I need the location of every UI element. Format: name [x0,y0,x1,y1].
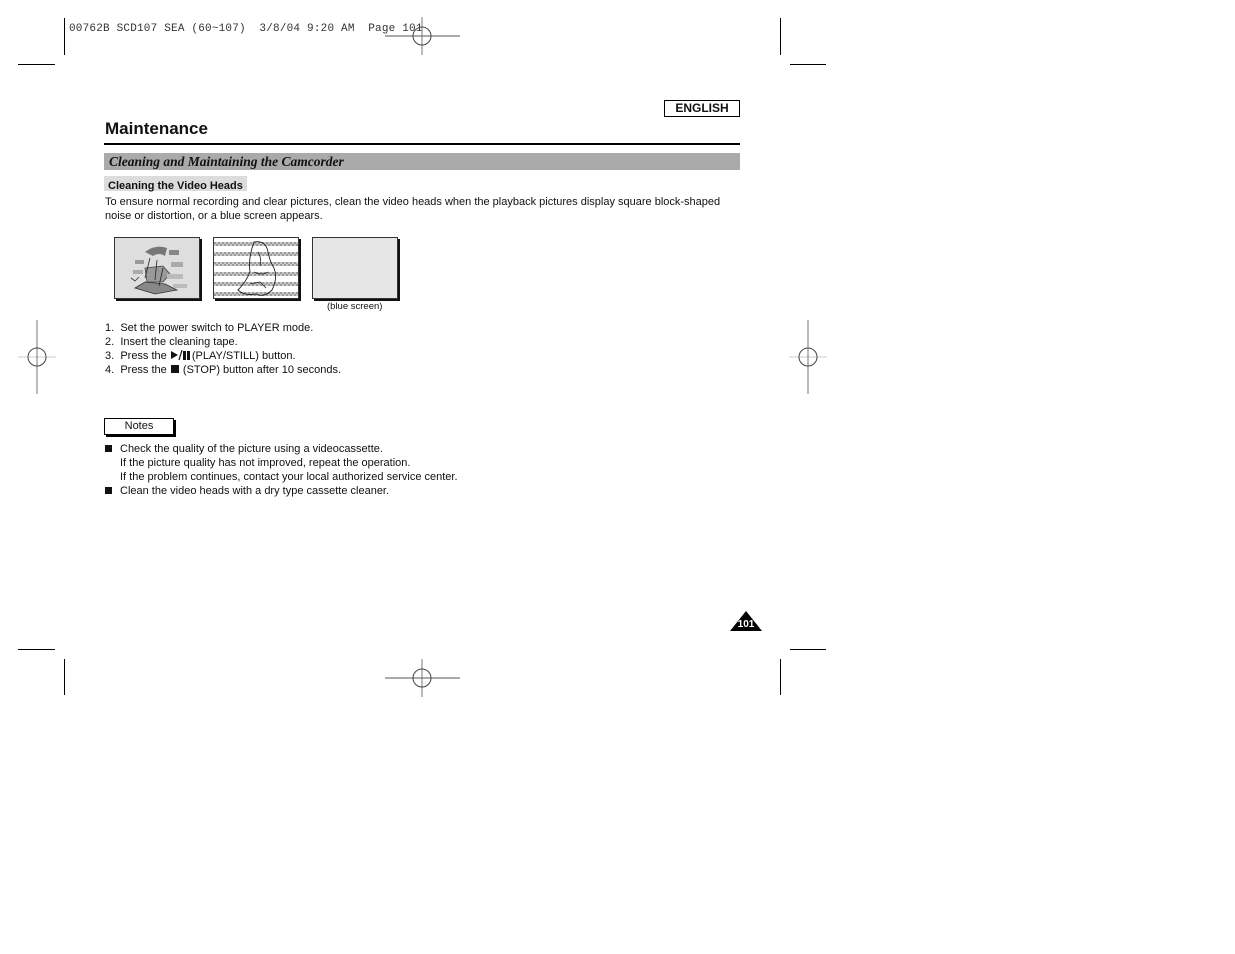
page-number: 101 [738,619,755,630]
step-item: 3. Press the (PLAY/STILL) button. [105,349,341,363]
note-item: Check the quality of the picture using a… [105,442,458,484]
blue-screen-caption: (blue screen) [327,301,383,312]
step-item: 4. Press the (STOP) button after 10 seco… [105,363,341,377]
section-header: Cleaning and Maintaining the Camcorder [104,153,740,170]
registration-mark-top [385,17,460,55]
step-number: 2. [105,336,115,348]
steps-list: 1. Set the power switch to PLAYER mode. … [105,321,341,377]
registration-mark-left [18,320,56,394]
square-bullet-icon [105,487,112,494]
step-number: 4. [105,364,115,376]
crop-mark [18,64,55,65]
notes-label: Notes [104,418,174,435]
section-title: Cleaning and Maintaining the Camcorder [109,154,344,169]
intro-paragraph: To ensure normal recording and clear pic… [105,196,721,222]
step-text: (STOP) button after 10 seconds. [179,364,342,376]
crop-mark [780,18,781,55]
note-text: If the problem continues, contact your l… [120,471,458,483]
stop-icon [170,365,179,373]
page-title: Maintenance [105,119,208,138]
crop-mark [790,64,826,65]
page-number-badge: 101 [730,611,762,631]
print-slug: 00762B SCD107 SEA (60~107) 3/8/04 9:20 A… [69,23,423,35]
title-divider [104,143,740,145]
square-bullet-icon [105,445,112,452]
crop-mark [780,659,781,695]
step-text: (PLAY/STILL) button. [191,350,296,362]
step-item: 2. Insert the cleaning tape. [105,335,341,349]
step-text: Insert the cleaning tape. [120,336,238,348]
subsection-header: Cleaning the Video Heads [104,176,247,192]
step-number: 1. [105,322,115,334]
crop-mark [790,649,826,650]
step-number: 3. [105,350,115,362]
subsection-title: Cleaning the Video Heads [108,180,243,192]
notes-list: Check the quality of the picture using a… [105,442,458,498]
language-badge: ENGLISH [664,100,740,117]
registration-mark-right [789,320,827,394]
play-pause-icon [170,350,190,360]
crop-mark [64,659,65,695]
blue-screen-picture [312,237,398,299]
note-text: If the picture quality has not improved,… [120,457,411,469]
note-text: Check the quality of the picture using a… [120,443,383,455]
block-noise-picture [114,237,200,299]
step-text: Set the power switch to PLAYER mode. [120,322,314,334]
step-text: Press the [120,350,170,362]
block-noise-illustration [130,246,187,295]
crop-mark [18,649,55,650]
registration-mark-bottom [385,659,460,697]
note-item: Clean the video heads with a dry type ca… [105,484,458,498]
crop-mark [64,18,65,55]
distorted-picture-illustration [214,241,298,296]
step-item: 1. Set the power switch to PLAYER mode. [105,321,341,335]
note-text: Clean the video heads with a dry type ca… [120,485,390,497]
distorted-picture [213,237,299,299]
step-text: Press the [120,364,170,376]
